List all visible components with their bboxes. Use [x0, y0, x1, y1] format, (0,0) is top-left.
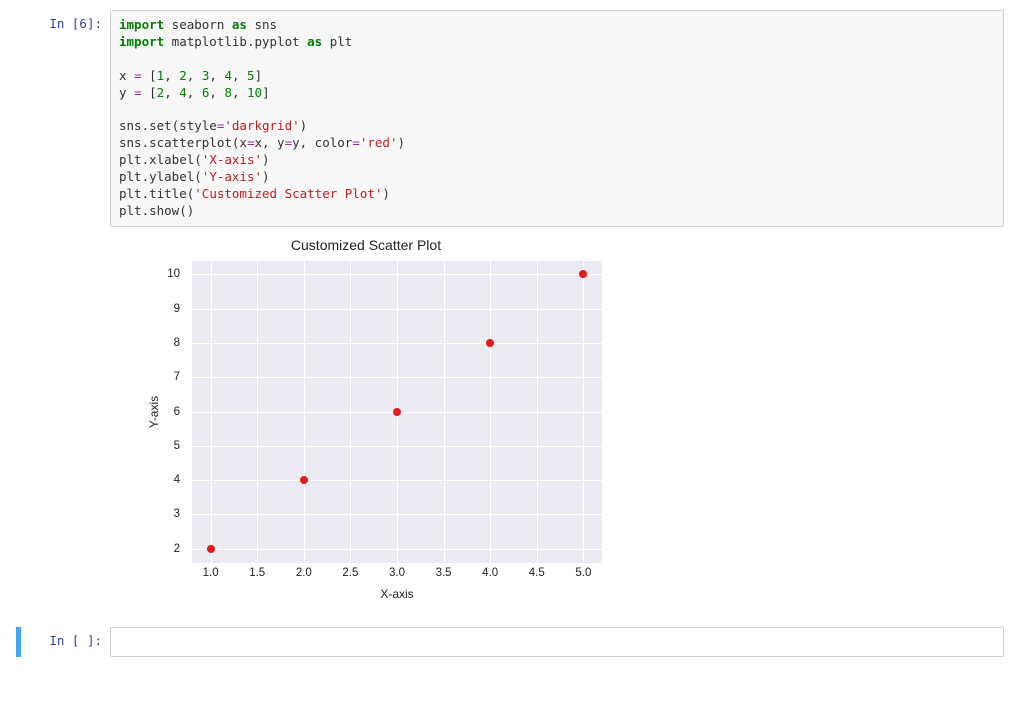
y-tick-label: 5 — [174, 440, 180, 452]
grid-line-h — [192, 274, 602, 275]
grid-line-h — [192, 514, 602, 515]
y-tick-label: 4 — [174, 474, 180, 486]
grid-line-h — [192, 309, 602, 310]
plot-area — [192, 261, 602, 563]
data-point — [393, 408, 401, 416]
x-axis-label: X-axis — [192, 587, 602, 601]
y-tick-label: 10 — [167, 268, 180, 280]
x-tick-label: 2.0 — [296, 567, 312, 579]
x-tick-label: 3.0 — [389, 567, 405, 579]
grid-line-h — [192, 480, 602, 481]
grid-line-h — [192, 446, 602, 447]
x-tick-label: 4.0 — [482, 567, 498, 579]
y-ticks: 2 3 4 5 6 7 8 9 10 — [130, 261, 186, 563]
x-ticks: 1.0 1.5 2.0 2.5 3.0 3.5 4.0 4.5 5.0 — [192, 567, 602, 587]
x-tick-label: 1.5 — [249, 567, 265, 579]
x-tick-label: 3.5 — [436, 567, 452, 579]
input-prompt-empty: In [ ]: — [20, 627, 110, 658]
x-tick-label: 2.5 — [342, 567, 358, 579]
cell-output: Customized Scatter Plot Y-axis 234567891… — [110, 231, 1004, 627]
data-point — [207, 545, 215, 553]
grid-line-h — [192, 549, 602, 550]
y-tick-label: 2 — [174, 543, 180, 555]
scatter-plot: Customized Scatter Plot Y-axis 234567891… — [130, 237, 650, 617]
grid-line-h — [192, 343, 602, 344]
x-tick-label: 5.0 — [575, 567, 591, 579]
code-text-empty[interactable] — [119, 634, 995, 651]
y-tick-label: 3 — [174, 508, 180, 520]
y-tick-label: 9 — [174, 303, 180, 315]
y-tick-label: 8 — [174, 337, 180, 349]
code-cell-executed: In [6]: import seaborn as sns import mat… — [20, 10, 1004, 227]
code-input-empty[interactable] — [110, 627, 1004, 658]
x-tick-label: 4.5 — [529, 567, 545, 579]
data-point — [486, 339, 494, 347]
data-point — [579, 270, 587, 278]
y-tick-label: 6 — [174, 406, 180, 418]
y-tick-label: 7 — [174, 371, 180, 383]
input-prompt: In [6]: — [20, 10, 110, 227]
code-cell-empty: In [ ]: — [20, 627, 1004, 658]
x-tick-label: 1.0 — [203, 567, 219, 579]
chart-title: Customized Scatter Plot — [130, 237, 602, 253]
data-point — [300, 476, 308, 484]
code-input[interactable]: import seaborn as sns import matplotlib.… — [110, 10, 1004, 227]
grid-line-h — [192, 377, 602, 378]
code-text[interactable]: import seaborn as sns import matplotlib.… — [119, 17, 995, 220]
